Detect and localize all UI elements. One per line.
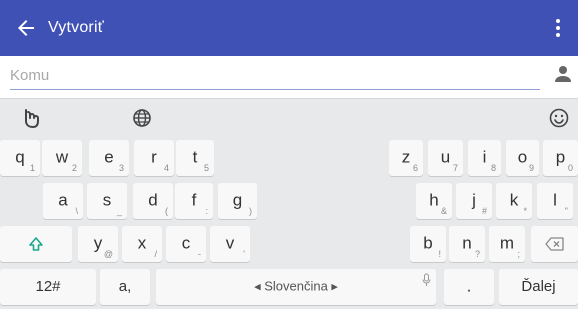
key-w[interactable]: w2	[42, 140, 82, 176]
shift-key[interactable]	[0, 226, 72, 262]
shift-icon	[29, 237, 43, 251]
key-p[interactable]: p0	[543, 140, 578, 176]
app-bar: Vytvoriť	[0, 0, 578, 56]
microphone-icon	[422, 273, 431, 286]
key-a[interactable]: a \	[43, 183, 83, 219]
recipient-input[interactable]	[10, 60, 540, 90]
more-vert-icon[interactable]	[546, 16, 570, 40]
gesture-touch-icon[interactable]	[20, 107, 42, 129]
period-key[interactable]: .	[444, 269, 494, 305]
next-key[interactable]: Ďalej	[499, 269, 578, 305]
emoji-icon[interactable]	[548, 107, 570, 129]
page-title: Vytvoriť	[48, 19, 104, 36]
space-key[interactable]: ◂ Slovenčina ▸	[156, 269, 436, 305]
comma-key[interactable]: a,	[100, 269, 150, 305]
key-s[interactable]: s _	[87, 183, 127, 219]
key-e[interactable]: e3	[89, 140, 129, 176]
key-f[interactable]: f:	[175, 183, 213, 219]
key-n[interactable]: n?	[449, 226, 485, 262]
key-x[interactable]: x /	[122, 226, 162, 262]
key-r[interactable]: r4	[134, 140, 174, 176]
key-j[interactable]: j #	[456, 183, 492, 219]
recipient-row	[0, 56, 578, 98]
key-t[interactable]: t5	[176, 140, 214, 176]
keyboard: q1 w2 e3 r4 t5 z6 u7 i8 o9 p0 a \ s _ d( f…	[0, 98, 578, 309]
key-u[interactable]: u7	[428, 140, 463, 176]
keyboard-toolbar	[0, 99, 578, 135]
key-h[interactable]: h &	[416, 183, 452, 219]
key-k[interactable]: k *	[496, 183, 532, 219]
globe-icon[interactable]	[131, 107, 153, 129]
key-m[interactable]: m;	[489, 226, 525, 262]
key-d[interactable]: d(	[133, 183, 173, 219]
key-i[interactable]: i8	[468, 140, 501, 176]
symbols-key[interactable]: 12#	[0, 269, 96, 305]
key-y[interactable]: y @	[78, 226, 118, 262]
key-c[interactable]: c-	[166, 226, 206, 262]
key-b[interactable]: b!	[410, 226, 446, 262]
backspace-key[interactable]	[531, 226, 578, 262]
arrow-left-icon[interactable]	[14, 16, 38, 40]
key-g[interactable]: g)	[218, 183, 257, 219]
key-v[interactable]: v '	[210, 226, 250, 262]
recipient-underline	[10, 89, 540, 90]
backspace-icon	[544, 237, 564, 251]
key-q[interactable]: q1	[0, 140, 40, 176]
key-l[interactable]: l "	[537, 183, 573, 219]
person-icon[interactable]	[554, 64, 572, 84]
key-o[interactable]: o9	[506, 140, 539, 176]
key-z[interactable]: z6	[389, 140, 423, 176]
